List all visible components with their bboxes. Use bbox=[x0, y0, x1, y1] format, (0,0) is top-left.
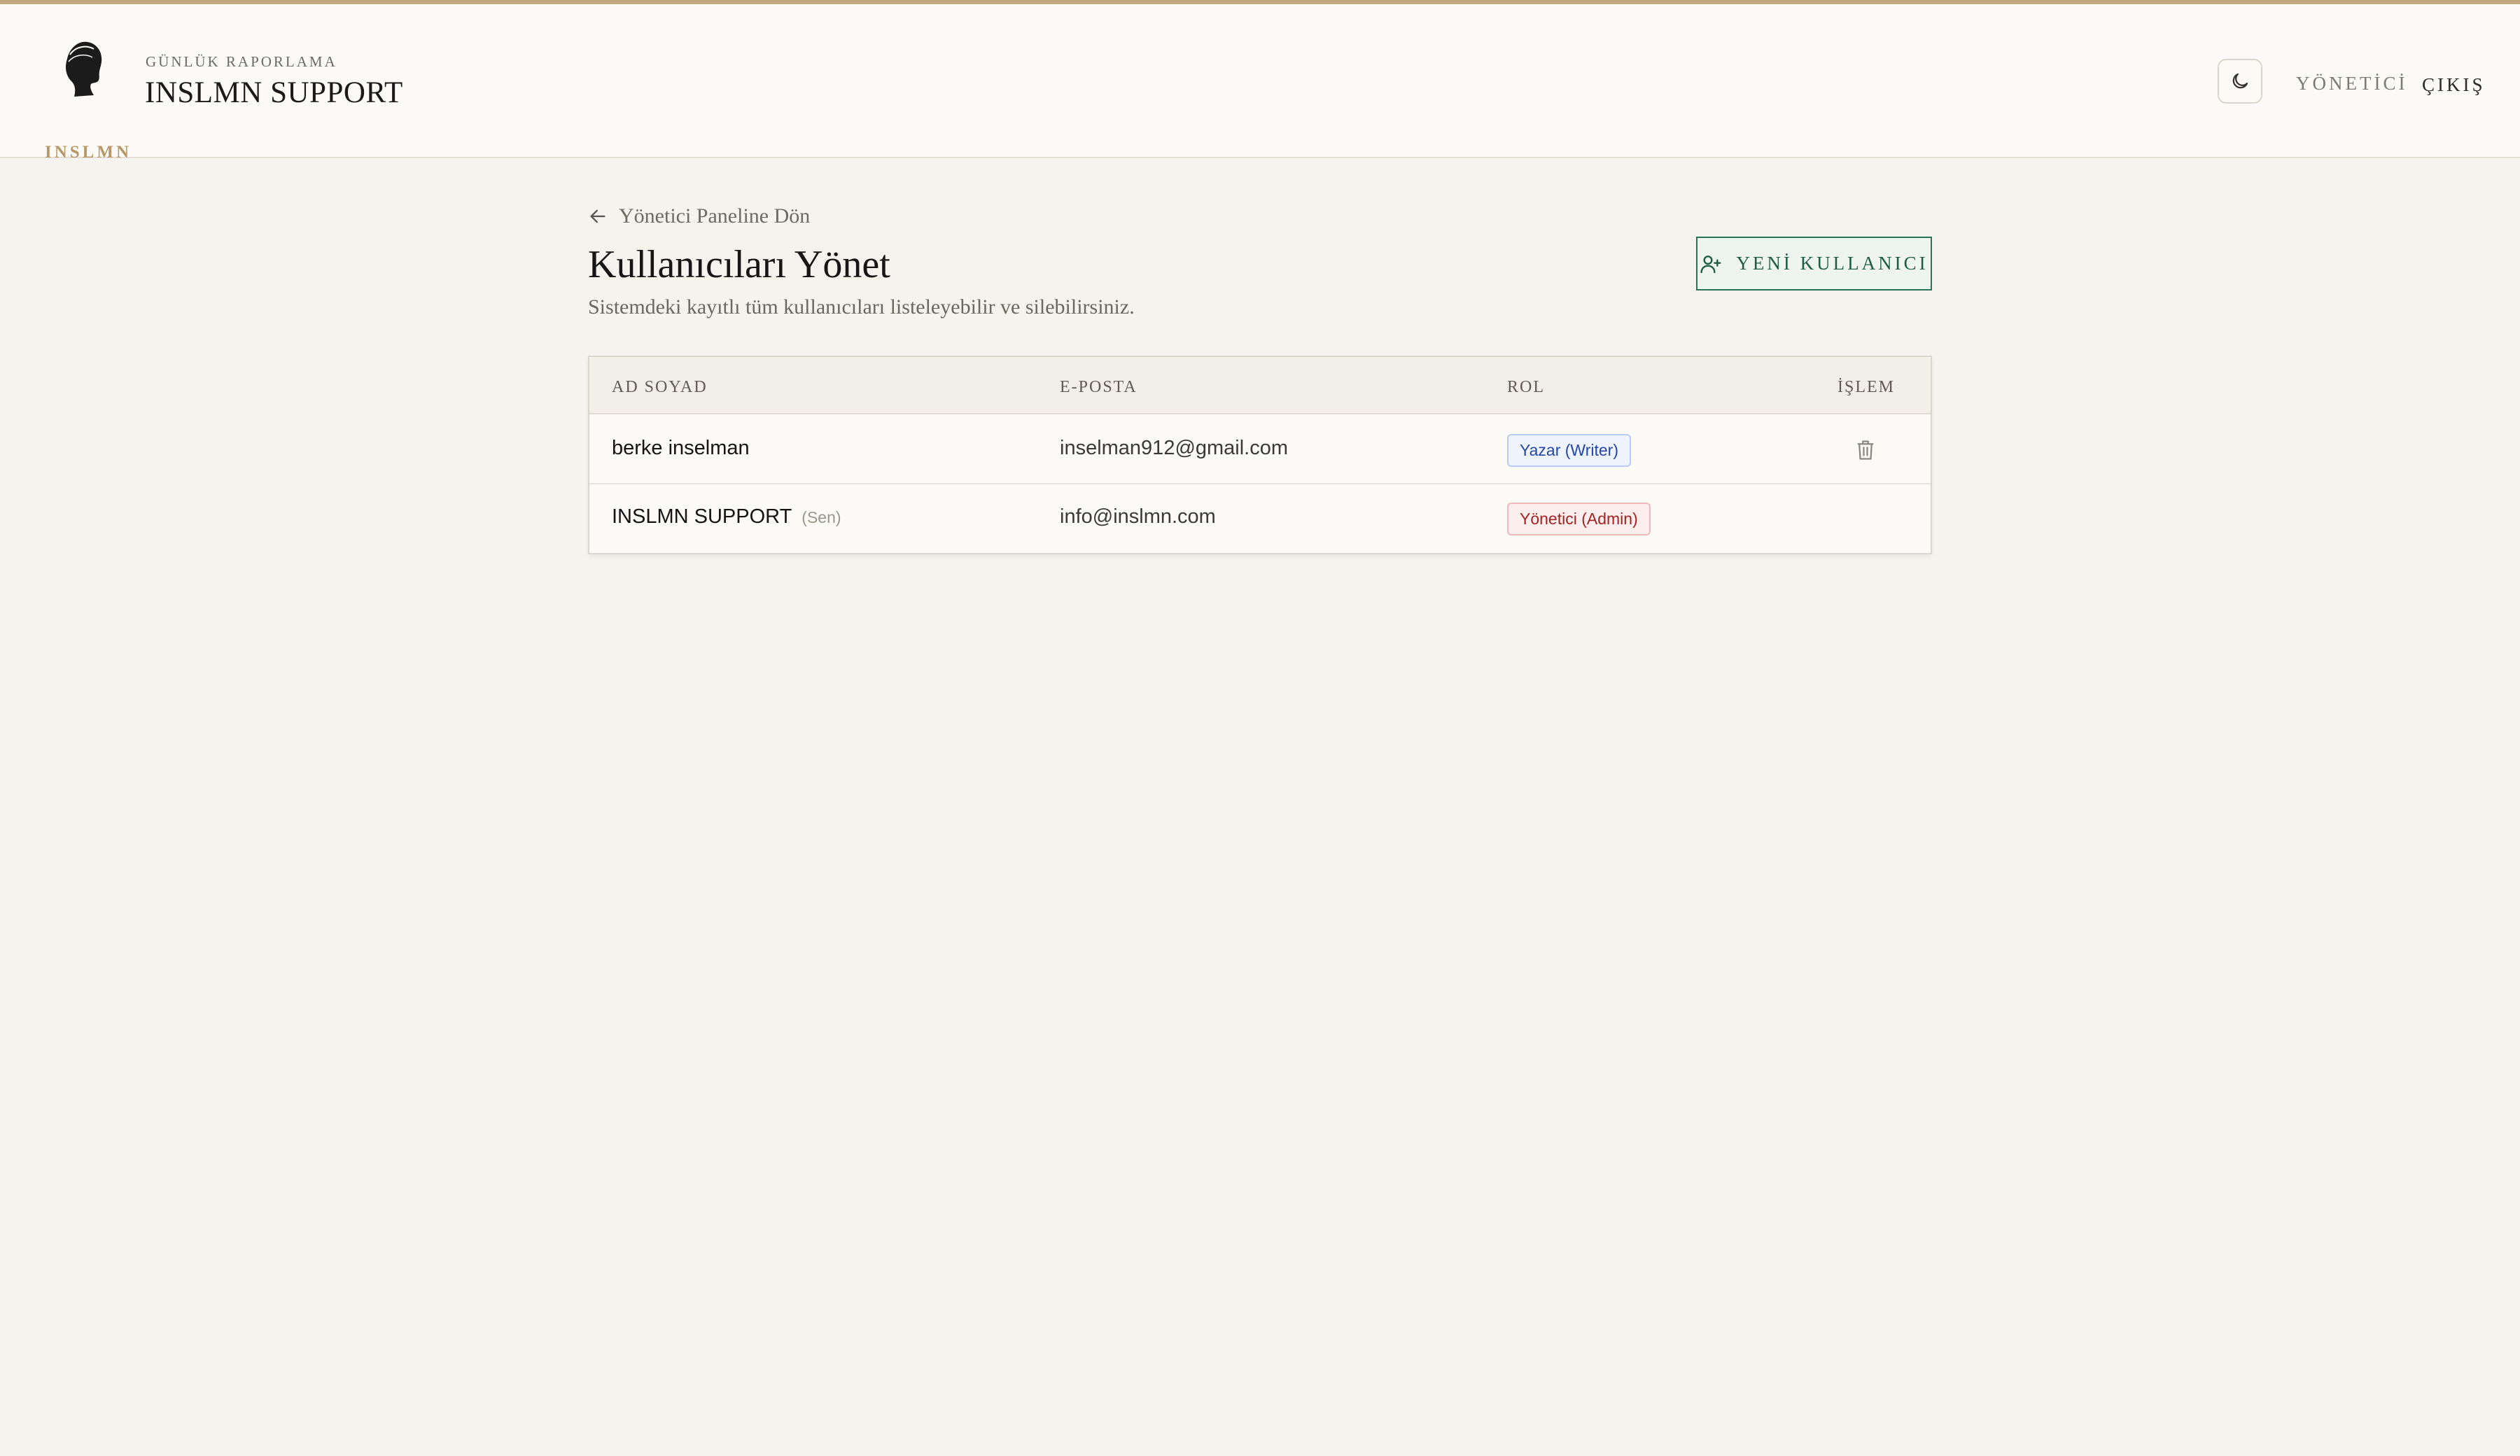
user-email: inselman912@gmail.com bbox=[1060, 437, 1289, 459]
arrow-left-icon bbox=[590, 209, 606, 223]
role-badge-writer: Yazar (Writer) bbox=[1507, 434, 1631, 467]
table-header: AD SOYAD E-POSTA ROL İŞLEM bbox=[589, 357, 1931, 414]
nav-admin-link[interactable]: YÖNETİCİ bbox=[2296, 73, 2407, 94]
column-header-name[interactable]: AD SOYAD bbox=[612, 378, 708, 397]
brand-title: INSLMN SUPPORT bbox=[145, 76, 403, 109]
user-plus-icon bbox=[1700, 255, 1721, 273]
new-user-button[interactable]: YENİ KULLANICI bbox=[1696, 237, 1932, 290]
head-profile-icon bbox=[66, 41, 102, 97]
table-row[interactable]: berke inselman inselman912@gmail.com Yaz… bbox=[589, 414, 1931, 484]
back-to-admin-link[interactable]: Yönetici Paneline Dön bbox=[588, 204, 810, 228]
role-badge-admin: Yönetici (Admin) bbox=[1507, 503, 1651, 536]
column-header-action: İŞLEM bbox=[1837, 378, 1895, 396]
trash-icon[interactable] bbox=[1855, 438, 1876, 462]
new-user-label: YENİ KULLANICI bbox=[1736, 253, 1928, 274]
moon-icon bbox=[2232, 73, 2248, 89]
logo-text: INSLMN bbox=[45, 143, 132, 162]
page-subtitle: Sistemdeki kayıtlı tüm kullanıcıları lis… bbox=[588, 295, 1135, 318]
user-name: berke inselman bbox=[612, 437, 750, 459]
app-header: INSLMN GÜNLÜK RAPORLAMA INSLMN SUPPORT Y… bbox=[0, 4, 2520, 162]
user-email: info@inslmn.com bbox=[1060, 505, 1216, 528]
user-name: INSLMN SUPPORT bbox=[612, 505, 792, 528]
back-link-label: Yönetici Paneline Dön bbox=[619, 204, 811, 227]
column-header-email[interactable]: E-POSTA bbox=[1060, 378, 1138, 397]
user-name-cell: INSLMN SUPPORT (Sen) bbox=[612, 505, 841, 528]
column-header-role[interactable]: ROL bbox=[1507, 378, 1545, 397]
table-row[interactable]: INSLMN SUPPORT (Sen) info@inslmn.com Yöne… bbox=[589, 486, 1931, 553]
page-title: Kullanıcıları Yönet bbox=[588, 243, 890, 286]
nav-logout-link[interactable]: ÇIKIŞ bbox=[2422, 74, 2486, 96]
brand-subtitle: GÜNLÜK RAPORLAMA bbox=[146, 53, 337, 70]
brand-logo[interactable]: INSLMN bbox=[45, 36, 129, 162]
users-table: AD SOYAD E-POSTA ROL İŞLEM berke inselma… bbox=[588, 356, 1932, 554]
current-user-tag: (Sen) bbox=[802, 508, 841, 526]
theme-toggle-button[interactable] bbox=[2218, 59, 2262, 104]
